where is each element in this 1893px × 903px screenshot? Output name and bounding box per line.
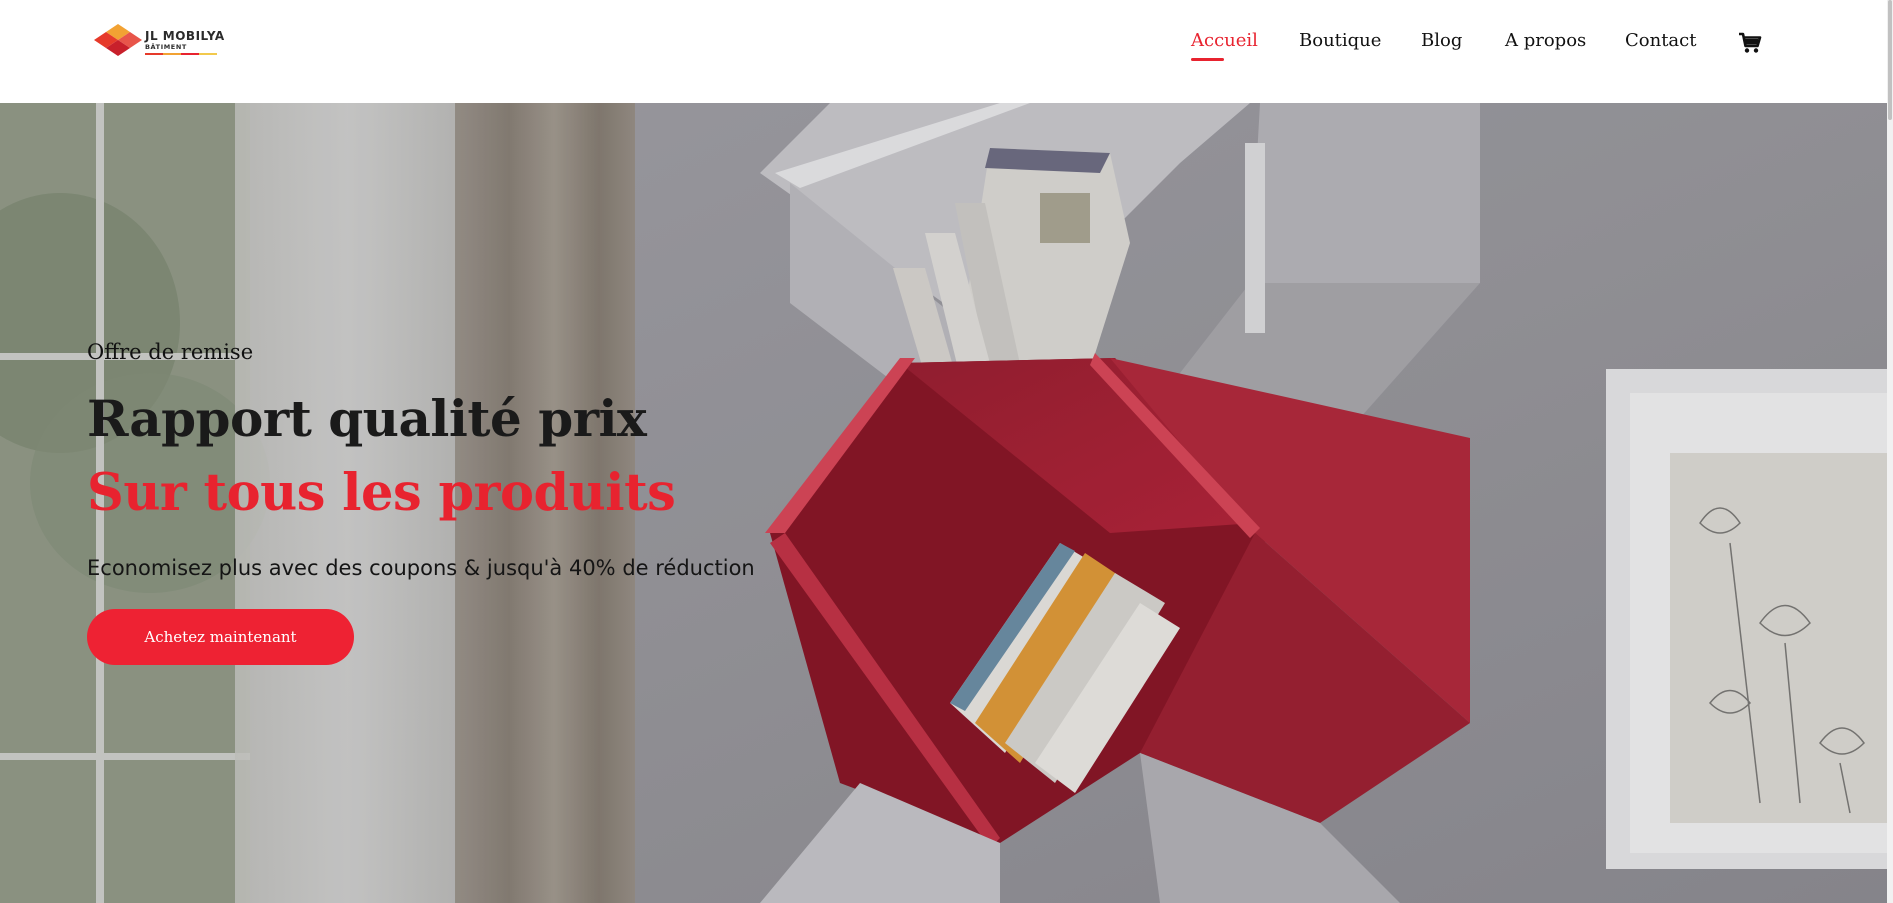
nav-item-boutique[interactable]: Boutique [1299,30,1381,51]
shopping-cart-icon[interactable] [1738,31,1762,55]
hero-headline: Rapport qualité prix [87,389,647,448]
main-nav: Accueil Boutique Blog A propos Contact [0,30,1887,64]
hero-content: Offre de remise Rapport qualité prix Sur… [87,103,787,903]
hero-eyebrow: Offre de remise [87,340,254,364]
nav-item-contact[interactable]: Contact [1625,30,1696,51]
scrollbar-thumb[interactable] [1888,0,1892,120]
hero-subtitle: Economisez plus avec des coupons & jusqu… [87,556,755,580]
nav-item-a-propos[interactable]: A propos [1505,30,1586,51]
nav-item-accueil[interactable]: Accueil [1191,30,1258,61]
site-header: JL MOBILYA BÂTIMENT Accueil Boutique Blo… [0,0,1887,103]
hero-headline-accent: Sur tous les produits [87,463,676,523]
nav-item-blog[interactable]: Blog [1421,30,1462,51]
shop-now-button[interactable]: Achetez maintenant [87,609,354,665]
hero-banner: Offre de remise Rapport qualité prix Sur… [0,103,1887,903]
nav-active-indicator [1191,58,1224,61]
nav-item-label: Accueil [1191,30,1258,51]
page-scrollbar[interactable] [1887,0,1893,903]
